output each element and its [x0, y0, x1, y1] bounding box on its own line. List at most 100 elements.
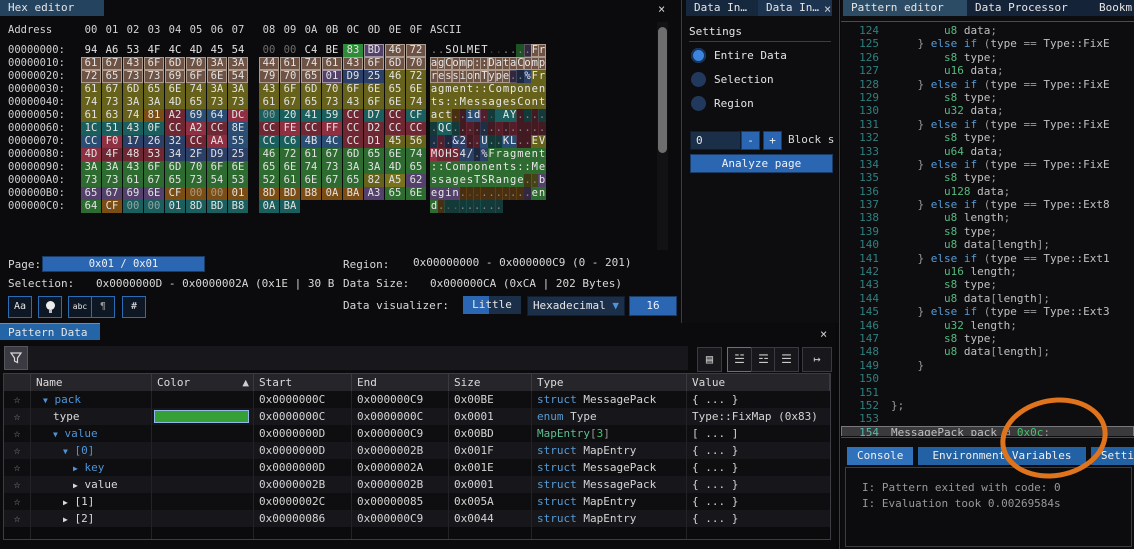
code-line[interactable]: 141 } else if (type == Type::Ext1 [841, 252, 1134, 265]
decode-text-button[interactable]: abc [68, 296, 92, 318]
favorite-star-icon[interactable]: ☆ [4, 442, 31, 459]
hex-byte[interactable]: FE [280, 122, 300, 135]
close-icon[interactable]: × [824, 3, 831, 15]
hex-byte[interactable]: 74 [301, 57, 321, 70]
hex-byte[interactable]: 6F [343, 83, 363, 96]
code-line[interactable]: 125 } else if (type == Type::FixE [841, 37, 1134, 50]
hex-byte[interactable]: 3A [144, 96, 164, 109]
table-row[interactable]: ☆▼ value0x0000000D0x000000C90x00BDMapEnt… [4, 425, 830, 442]
hex-byte[interactable]: 74 [186, 83, 206, 96]
hex-byte[interactable]: 3A [207, 57, 227, 70]
code-line[interactable]: 127 u16 data; [841, 64, 1134, 77]
hex-byte[interactable]: 56 [406, 135, 426, 148]
table-row[interactable]: ☆▼ pack0x0000000C0x000000C90x00BEstruct … [4, 391, 830, 408]
hex-byte[interactable]: 73 [207, 96, 227, 109]
hex-byte[interactable]: 61 [259, 96, 279, 109]
code-line[interactable]: 132 s8 type; [841, 131, 1134, 144]
hex-byte[interactable]: CF [165, 187, 185, 200]
hex-byte[interactable]: 61 [81, 83, 101, 96]
table-row[interactable]: ☆▼ [0]0x0000000D0x0000002B0x001Fstruct M… [4, 442, 830, 459]
code-line[interactable]: 143 s8 type; [841, 278, 1134, 291]
tree-view-button[interactable]: ☱ [727, 347, 752, 372]
hex-byte[interactable]: 61 [280, 57, 300, 70]
chevron-right-icon[interactable]: ▶ [63, 515, 68, 524]
hex-byte[interactable]: 45 [207, 44, 227, 57]
tab-console[interactable]: Console [847, 447, 913, 465]
hex-byte[interactable]: 69 [123, 187, 143, 200]
grid-button[interactable]: # [122, 296, 146, 318]
column-header-Name[interactable]: Name [31, 374, 152, 391]
hex-byte[interactable]: 73 [81, 174, 101, 187]
hex-byte[interactable]: 8D [259, 187, 279, 200]
code-line[interactable]: 148 u8 data[length]; [841, 345, 1134, 358]
hex-byte[interactable]: 73 [144, 70, 164, 83]
tab-data-processor[interactable]: Data Processor [967, 0, 1095, 16]
ascii-char[interactable]: t [538, 96, 546, 109]
hex-byte[interactable]: 6D [165, 161, 185, 174]
hex-byte[interactable]: 46 [385, 44, 405, 57]
close-icon[interactable]: × [820, 328, 827, 340]
code-line[interactable]: 146 u32 length; [841, 319, 1134, 332]
pattern-name[interactable]: ▶ key [31, 459, 152, 476]
hex-byte[interactable]: CC [301, 122, 321, 135]
table-row[interactable]: ☆▶ [2]0x000000860x000000C90x0044struct M… [4, 510, 830, 527]
hex-byte[interactable]: 6F [364, 57, 384, 70]
pilcrow-button[interactable]: ¶ [91, 296, 115, 318]
hex-byte[interactable]: 44 [259, 57, 279, 70]
hex-byte[interactable]: 00 [186, 187, 206, 200]
hex-byte[interactable]: 72 [406, 70, 426, 83]
hex-byte[interactable]: 4D [165, 96, 185, 109]
splitter-hex-inspector[interactable] [681, 0, 682, 323]
hex-byte[interactable]: 4F [102, 148, 122, 161]
hex-byte[interactable]: 34 [165, 148, 185, 161]
hex-byte[interactable]: C4 [301, 44, 321, 57]
table-row[interactable]: ☆▶ [1]0x0000002C0x000000850x005Astruct M… [4, 493, 830, 510]
hex-byte[interactable]: 6D [123, 83, 143, 96]
hex-byte[interactable]: CC [165, 122, 185, 135]
endianness-toggle[interactable]: Little [463, 296, 521, 314]
hex-byte[interactable]: 3A [364, 161, 384, 174]
hex-byte[interactable]: D9 [343, 70, 363, 83]
hex-byte[interactable]: 4F [144, 44, 164, 57]
hex-byte[interactable]: 59 [322, 109, 342, 122]
hex-byte[interactable]: 6D [165, 57, 185, 70]
hex-byte[interactable]: FF [322, 122, 342, 135]
hex-byte[interactable]: 53 [228, 174, 248, 187]
chevron-down-icon[interactable]: ▼ [63, 447, 68, 456]
hex-byte[interactable]: 72 [81, 70, 101, 83]
hex-byte[interactable]: 01 [322, 70, 342, 83]
hex-byte[interactable]: 6E [228, 161, 248, 174]
hex-byte[interactable]: 70 [322, 83, 342, 96]
column-header-End[interactable]: End [352, 374, 449, 391]
favorite-star-icon[interactable]: ☆ [4, 391, 31, 408]
code-line[interactable]: 140 u8 data[length]; [841, 238, 1134, 251]
hex-byte[interactable]: 4B [301, 135, 321, 148]
chevron-right-icon[interactable]: ▶ [63, 498, 68, 507]
hex-byte[interactable]: BD [364, 44, 384, 57]
hex-byte[interactable]: 3A [343, 161, 363, 174]
hex-byte[interactable]: D9 [207, 148, 227, 161]
hex-byte[interactable]: 6E [406, 187, 426, 200]
hex-byte[interactable]: 74 [301, 161, 321, 174]
hex-byte[interactable]: CF [406, 109, 426, 122]
hex-byte[interactable]: 6F [364, 96, 384, 109]
code-line[interactable]: 130 u32 data; [841, 104, 1134, 117]
hex-byte[interactable]: 00 [259, 44, 279, 57]
pattern-name[interactable]: ▶ value [31, 476, 152, 493]
hex-byte[interactable]: 26 [144, 135, 164, 148]
byte-count-input[interactable]: 16 [629, 296, 677, 316]
hex-byte[interactable]: 65 [259, 161, 279, 174]
tab-pattern-editor[interactable]: Pattern editor [843, 0, 971, 16]
code-line[interactable]: 136 u128 data; [841, 185, 1134, 198]
pattern-name[interactable]: ▼ value [31, 425, 152, 442]
code-line[interactable]: 128 } else if (type == Type::FixE [841, 78, 1134, 91]
hex-byte[interactable]: 6E [207, 70, 227, 83]
hex-byte[interactable]: C6 [280, 135, 300, 148]
hex-byte[interactable]: 62 [406, 174, 426, 187]
hex-byte[interactable]: 0F [144, 122, 164, 135]
code-line[interactable]: 129 s8 type; [841, 91, 1134, 104]
hex-byte[interactable]: 74 [406, 96, 426, 109]
hex-byte[interactable]: 65 [364, 148, 384, 161]
hex-byte[interactable]: 32 [165, 135, 185, 148]
hex-byte[interactable]: 6F [280, 83, 300, 96]
